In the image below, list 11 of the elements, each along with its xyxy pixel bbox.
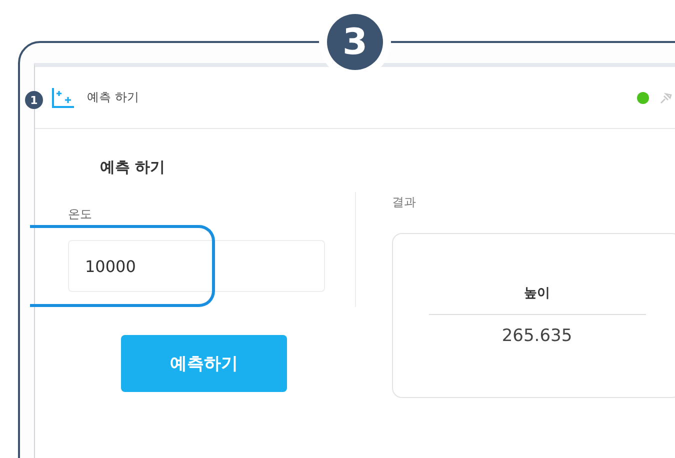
form-heading: 예측 하기	[100, 157, 166, 177]
result-value: 265.635	[502, 325, 572, 348]
pin-icon[interactable]	[659, 90, 673, 104]
result-label: 결과	[392, 194, 417, 210]
callout-number: 3	[327, 14, 383, 70]
result-header: 높이	[524, 285, 550, 303]
panel-title: 예측 하기	[87, 89, 139, 106]
callout-number: 1	[25, 91, 43, 109]
chart-sparkle-icon	[51, 86, 75, 108]
temperature-input-field[interactable]: 10000	[68, 240, 325, 292]
field-label: 온도	[68, 206, 93, 222]
